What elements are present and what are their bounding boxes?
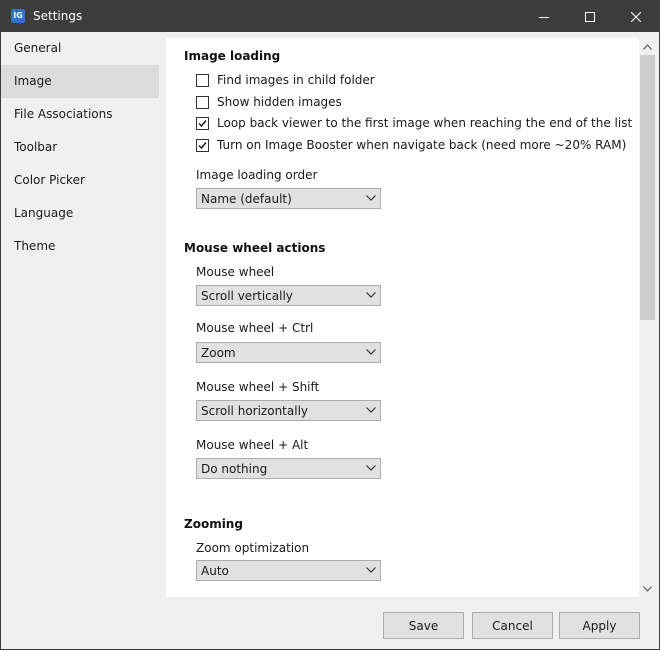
check-icon: [198, 119, 207, 127]
sidebar-item-theme[interactable]: Theme: [1, 230, 159, 263]
select-value: Zoom: [201, 346, 236, 360]
cancel-button[interactable]: Cancel: [472, 612, 553, 639]
sidebar-item-color-picker[interactable]: Color Picker: [1, 164, 159, 197]
app-icon-text: IG: [13, 11, 23, 20]
select-value: Name (default): [201, 192, 292, 206]
sidebar-item-file-associations[interactable]: File Associations: [1, 98, 159, 131]
select-value: Auto: [201, 564, 229, 578]
section-title-zooming: Zooming: [184, 517, 243, 531]
sidebar-item-language[interactable]: Language: [1, 197, 159, 230]
select-value: Do nothing: [201, 462, 268, 476]
select-mouse-wheel-ctrl[interactable]: Zoom: [196, 342, 381, 363]
check-icon: [198, 141, 207, 149]
scroll-up-button[interactable]: [639, 38, 656, 55]
checkbox-label: Loop back viewer to the first image when…: [217, 116, 633, 130]
select-value: Scroll horizontally: [201, 404, 308, 418]
sidebar-item-toolbar[interactable]: Toolbar: [1, 131, 159, 164]
chevron-down-icon: [366, 195, 376, 201]
sidebar-item-image[interactable]: Image: [1, 65, 159, 98]
select-mouse-wheel[interactable]: Scroll vertically: [196, 285, 381, 306]
checkbox-row-hidden-images[interactable]: Show hidden images: [196, 94, 342, 110]
chevron-up-icon: [643, 43, 652, 50]
select-mouse-wheel-shift[interactable]: Scroll horizontally: [196, 400, 381, 421]
select-image-loading-order[interactable]: Name (default): [196, 188, 381, 209]
label-mouse-wheel: Mouse wheel: [196, 265, 275, 279]
app-icon: IG: [11, 9, 25, 23]
sidebar-item-general[interactable]: General: [1, 32, 159, 65]
checkbox-hidden-images[interactable]: [196, 95, 209, 109]
section-title-mouse-wheel: Mouse wheel actions: [184, 241, 326, 255]
scroll-thumb[interactable]: [640, 55, 655, 320]
window-title: Settings: [33, 9, 83, 23]
checkbox-loop-back[interactable]: [196, 116, 209, 130]
apply-button[interactable]: Apply: [559, 612, 640, 639]
label-mouse-wheel-alt: Mouse wheel + Alt: [196, 438, 309, 452]
minimize-button[interactable]: [521, 1, 567, 32]
select-zoom-optimization[interactable]: Auto: [196, 560, 381, 581]
select-mouse-wheel-alt[interactable]: Do nothing: [196, 458, 381, 479]
chevron-down-icon: [366, 292, 376, 298]
vertical-scrollbar[interactable]: [639, 38, 656, 597]
checkbox-row-image-booster[interactable]: Turn on Image Booster when navigate back…: [196, 137, 626, 153]
chevron-down-icon: [366, 407, 376, 413]
label-zoom-optimization: Zoom optimization: [196, 541, 310, 555]
select-value: Scroll vertically: [201, 289, 293, 303]
minimize-icon: [539, 16, 549, 18]
checkbox-label: Turn on Image Booster when navigate back…: [217, 138, 627, 152]
maximize-icon: [585, 11, 595, 22]
section-title-image-loading: Image loading: [184, 49, 281, 63]
label-image-loading-order: Image loading order: [196, 168, 318, 182]
title-bar[interactable]: IG Settings: [1, 1, 659, 32]
chevron-down-icon: [643, 585, 652, 592]
checkbox-row-loop-back[interactable]: Loop back viewer to the first image when…: [196, 115, 632, 131]
checkbox-row-child-folder[interactable]: Find images in child folder: [196, 72, 375, 88]
label-mouse-wheel-ctrl: Mouse wheel + Ctrl: [196, 321, 314, 335]
chevron-down-icon: [366, 349, 376, 355]
checkbox-child-folder[interactable]: [196, 73, 209, 87]
label-mouse-wheel-shift: Mouse wheel + Shift: [196, 380, 320, 394]
maximize-button[interactable]: [567, 1, 613, 32]
chevron-down-icon: [366, 465, 376, 471]
close-button[interactable]: [613, 1, 659, 32]
save-button[interactable]: Save: [383, 612, 464, 639]
checkbox-label: Show hidden images: [217, 95, 342, 109]
settings-window: IG Settings General Image File Associati…: [0, 0, 660, 650]
chevron-down-icon: [366, 567, 376, 573]
close-icon: [631, 11, 641, 22]
scroll-down-button[interactable]: [639, 580, 656, 597]
settings-content: Image loading Find images in child folde…: [166, 38, 639, 597]
checkbox-label: Find images in child folder: [217, 73, 375, 87]
settings-sidebar: General Image File Associations Toolbar …: [1, 32, 164, 599]
checkbox-image-booster[interactable]: [196, 138, 209, 152]
